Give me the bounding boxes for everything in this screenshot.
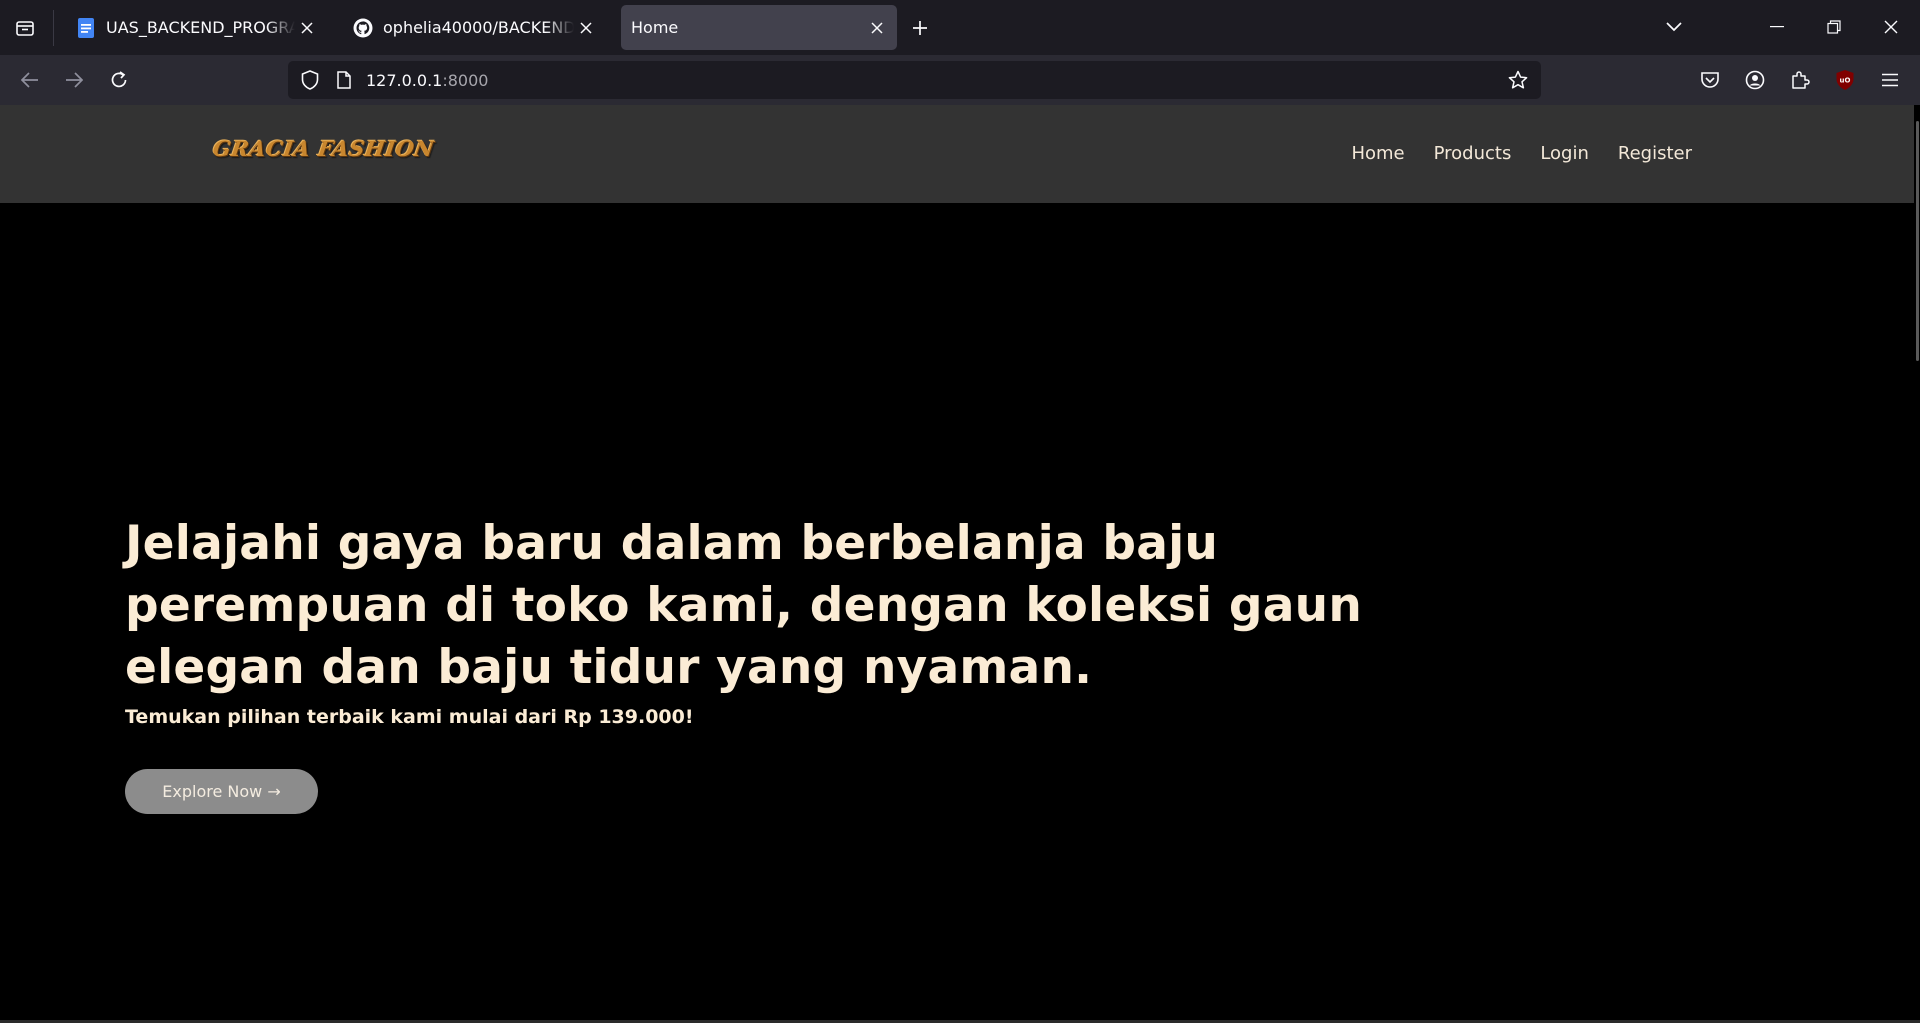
nav-home-link[interactable]: Home xyxy=(1351,143,1404,164)
close-tab-icon[interactable] xyxy=(865,16,889,40)
arrow-left-icon xyxy=(21,72,38,88)
hamburger-menu-icon xyxy=(1882,73,1898,87)
reload-button[interactable] xyxy=(102,63,136,97)
account-button[interactable] xyxy=(1740,65,1770,95)
hero-title: Jelajahi gaya baru dalam berbelanja baju… xyxy=(125,516,1363,695)
hero-subtitle: Temukan pilihan terbaik kami mulai dari … xyxy=(125,706,694,728)
site-logo[interactable]: GRACIA FASHION xyxy=(211,136,436,161)
firefox-view-button[interactable] xyxy=(8,12,42,44)
pocket-icon xyxy=(1701,72,1719,88)
ublock-origin-button[interactable]: uO xyxy=(1830,65,1860,95)
chevron-down-icon xyxy=(1666,22,1682,32)
extensions-button[interactable] xyxy=(1785,65,1815,95)
close-tab-icon[interactable] xyxy=(295,16,319,40)
url-text[interactable]: 127.0.0.1:8000 xyxy=(366,71,488,90)
tab-github[interactable]: ophelia40000/BACKEND-UAS xyxy=(339,5,606,50)
scrollbar-thumb[interactable] xyxy=(1916,121,1919,361)
reload-icon xyxy=(111,71,127,88)
tab-title: Home xyxy=(631,18,679,37)
close-tab-icon[interactable] xyxy=(574,16,598,40)
address-bar[interactable]: 127.0.0.1:8000 xyxy=(288,61,1541,99)
nav-products-link[interactable]: Products xyxy=(1434,143,1512,164)
explore-now-button[interactable]: Explore Now → xyxy=(125,769,318,814)
tab-title: UAS_BACKEND_PROGRAMMING xyxy=(106,18,295,37)
tab-title: ophelia40000/BACKEND-UAS xyxy=(383,18,574,37)
arrow-right-icon xyxy=(66,72,83,88)
browser-toolbar: 127.0.0.1:8000 uO xyxy=(0,55,1920,105)
new-tab-button[interactable] xyxy=(905,13,935,43)
minimize-icon xyxy=(1770,26,1784,28)
shield-icon[interactable] xyxy=(298,68,322,92)
svg-text:uO: uO xyxy=(1840,77,1851,85)
github-icon xyxy=(353,18,373,38)
restore-button[interactable] xyxy=(1814,10,1854,44)
tab-home-active[interactable]: Home xyxy=(621,5,897,50)
back-button[interactable] xyxy=(13,63,47,97)
account-icon xyxy=(1745,70,1765,90)
minimize-button[interactable] xyxy=(1757,10,1797,44)
close-window-button[interactable] xyxy=(1871,10,1911,44)
app-menu-button[interactable] xyxy=(1875,65,1905,95)
tab-separator xyxy=(53,10,54,46)
page-scrollbar[interactable] xyxy=(1914,105,1920,1023)
list-all-tabs-button[interactable] xyxy=(1654,10,1694,44)
site-header: GRACIA FASHION Home Products Login Regis… xyxy=(0,105,1920,203)
nav-login-link[interactable]: Login xyxy=(1540,143,1589,164)
restore-icon xyxy=(1827,20,1841,34)
bookmark-star-icon[interactable] xyxy=(1506,68,1530,92)
close-icon xyxy=(1884,20,1898,34)
plus-icon xyxy=(913,21,927,35)
tab-list-icon xyxy=(16,21,34,36)
google-docs-icon xyxy=(76,17,96,38)
puzzle-icon xyxy=(1792,71,1810,89)
ublock-origin-icon: uO xyxy=(1836,70,1854,90)
url-port: :8000 xyxy=(442,71,489,90)
web-page: GRACIA FASHION Home Products Login Regis… xyxy=(0,105,1920,1023)
url-host: 127.0.0.1 xyxy=(366,71,443,90)
site-nav: Home Products Login Register xyxy=(1351,143,1692,164)
page-icon[interactable] xyxy=(332,68,356,92)
tab-docs[interactable]: UAS_BACKEND_PROGRAMMING xyxy=(62,5,327,50)
pocket-button[interactable] xyxy=(1695,65,1725,95)
forward-button[interactable] xyxy=(57,63,91,97)
browser-tab-strip: UAS_BACKEND_PROGRAMMING ophelia40000/BAC… xyxy=(0,0,1920,55)
nav-register-link[interactable]: Register xyxy=(1618,143,1692,164)
